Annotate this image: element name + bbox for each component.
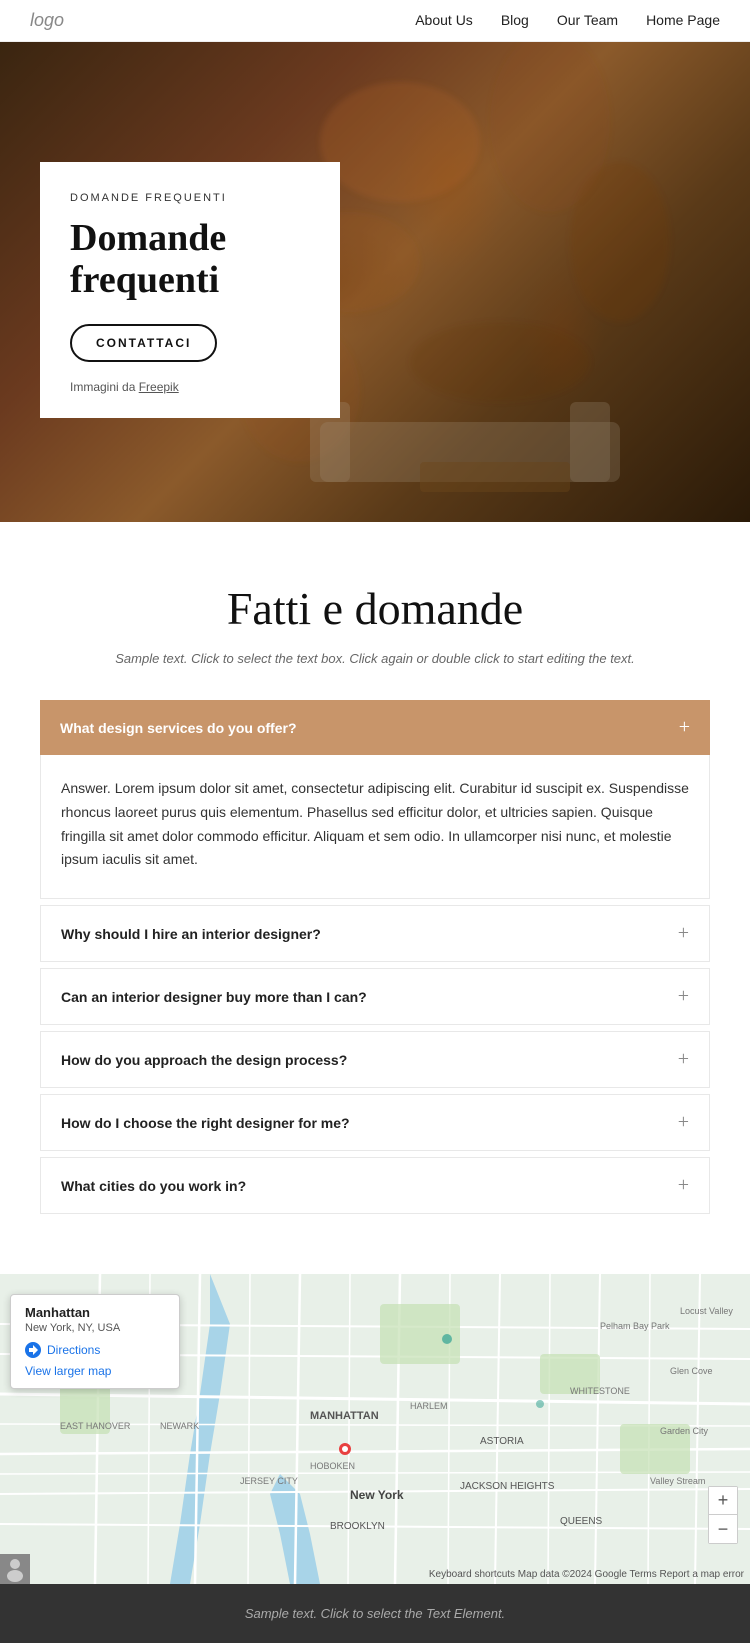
faq-plus-icon-1: +	[678, 985, 689, 1008]
hero-card-title: Domande frequenti	[70, 218, 310, 302]
contact-button[interactable]: CONTATTACI	[70, 324, 217, 362]
svg-text:ASTORIA: ASTORIA	[480, 1436, 524, 1447]
logo[interactable]: logo	[30, 10, 64, 31]
svg-text:Glen Cove: Glen Cove	[670, 1366, 713, 1376]
faq-item-3[interactable]: How do I choose the right designer for m…	[40, 1094, 710, 1151]
svg-text:Valley Stream: Valley Stream	[650, 1476, 705, 1486]
directions-label: Directions	[47, 1343, 100, 1357]
faq-question-0: Why should I hire an interior designer?	[61, 926, 321, 942]
faq-item-active[interactable]: What design services do you offer? +	[40, 700, 710, 755]
faq-item-2[interactable]: How do you approach the design process? …	[40, 1031, 710, 1088]
navbar: logo About Us Blog Our Team Home Page	[0, 0, 750, 42]
hero-card-footer: Immagini da Freepik	[70, 380, 310, 394]
faq-answer-text: Answer. Lorem ipsum dolor sit amet, cons…	[61, 777, 689, 872]
directions-icon	[25, 1342, 41, 1358]
map-zoom-controls: + −	[708, 1486, 738, 1544]
faq-question-4: What cities do you work in?	[61, 1178, 246, 1194]
svg-text:WHITESTONE: WHITESTONE	[570, 1386, 630, 1396]
faq-title: Fatti e domande	[40, 582, 710, 635]
hero-section: DOMANDE FREQUENTI Domande frequenti CONT…	[0, 42, 750, 522]
faq-plus-icon-0: +	[678, 922, 689, 945]
map-credits: Keyboard shortcuts Map data ©2024 Google…	[429, 1569, 744, 1580]
faq-subtitle: Sample text. Click to select the text bo…	[40, 651, 710, 666]
svg-text:Locust Valley: Locust Valley	[680, 1306, 733, 1316]
footer: Sample text. Click to select the Text El…	[0, 1584, 750, 1643]
svg-text:NEWARK: NEWARK	[160, 1421, 199, 1431]
map-street-view-avatar[interactable]	[0, 1554, 30, 1584]
svg-text:EAST HANOVER: EAST HANOVER	[60, 1421, 131, 1431]
faq-item-0[interactable]: Why should I hire an interior designer? …	[40, 905, 710, 962]
svg-text:HARLEM: HARLEM	[410, 1401, 448, 1411]
svg-text:MANHATTAN: MANHATTAN	[310, 1410, 379, 1422]
faq-item-1[interactable]: Can an interior designer buy more than I…	[40, 968, 710, 1025]
faq-plus-icon-4: +	[678, 1174, 689, 1197]
svg-text:BROOKLYN: BROOKLYN	[330, 1521, 385, 1532]
svg-text:Pelham Bay Park: Pelham Bay Park	[600, 1321, 670, 1331]
hero-card: DOMANDE FREQUENTI Domande frequenti CONT…	[40, 162, 340, 418]
faq-item-4[interactable]: What cities do you work in? +	[40, 1157, 710, 1214]
faq-plus-icon-2: +	[678, 1048, 689, 1071]
nav-homepage[interactable]: Home Page	[646, 12, 720, 28]
directions-button[interactable]: Directions	[25, 1342, 165, 1358]
zoom-out-button[interactable]: −	[709, 1515, 737, 1543]
svg-text:HOBOKEN: HOBOKEN	[310, 1461, 355, 1471]
hero-card-label: DOMANDE FREQUENTI	[70, 192, 310, 204]
faq-active-question: What design services do you offer?	[60, 720, 297, 736]
faq-section: Fatti e domande Sample text. Click to se…	[0, 522, 750, 1244]
map-popup-title: Manhattan	[25, 1305, 165, 1320]
svg-text:New York: New York	[350, 1488, 404, 1502]
larger-map-link[interactable]: View larger map	[25, 1364, 165, 1378]
faq-question-2: How do you approach the design process?	[61, 1052, 347, 1068]
nav-blog[interactable]: Blog	[501, 12, 529, 28]
map-section: MANHATTAN ASTORIA JACKSON HEIGHTS HARLEM…	[0, 1274, 750, 1584]
faq-active-plus-icon: +	[679, 716, 690, 739]
footer-text: Sample text. Click to select the Text El…	[40, 1606, 710, 1621]
freepik-link[interactable]: Freepik	[139, 380, 179, 394]
faq-question-1: Can an interior designer buy more than I…	[61, 989, 367, 1005]
svg-text:JERSEY CITY: JERSEY CITY	[240, 1476, 298, 1486]
nav-links: About Us Blog Our Team Home Page	[415, 12, 720, 30]
zoom-in-button[interactable]: +	[709, 1487, 737, 1515]
nav-about[interactable]: About Us	[415, 12, 473, 28]
map-popup-subtitle: New York, NY, USA	[25, 1322, 165, 1334]
faq-plus-icon-3: +	[678, 1111, 689, 1134]
svg-text:Garden City: Garden City	[660, 1426, 709, 1436]
svg-text:JACKSON HEIGHTS: JACKSON HEIGHTS	[460, 1481, 555, 1492]
svg-text:QUEENS: QUEENS	[560, 1516, 603, 1527]
faq-question-3: How do I choose the right designer for m…	[61, 1115, 350, 1131]
faq-answer: Answer. Lorem ipsum dolor sit amet, cons…	[40, 755, 710, 899]
nav-team[interactable]: Our Team	[557, 12, 618, 28]
map-popup: Manhattan New York, NY, USA Directions V…	[10, 1294, 180, 1389]
